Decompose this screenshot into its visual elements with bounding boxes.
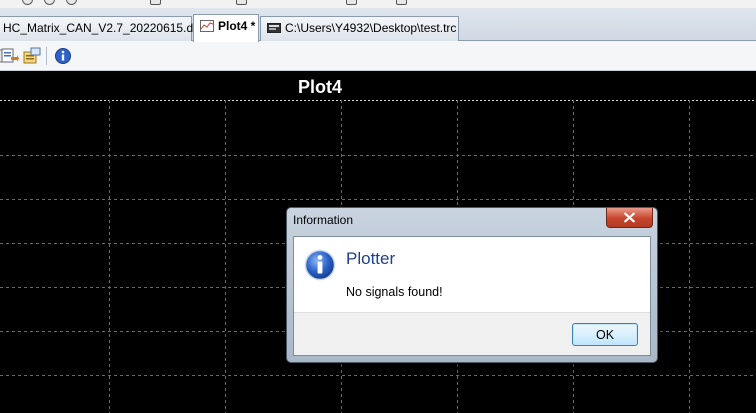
properties-icon[interactable] bbox=[23, 47, 41, 65]
top-toolbar-strip bbox=[0, 0, 756, 8]
toolbar-circle-icon[interactable] bbox=[44, 0, 55, 5]
info-icon[interactable] bbox=[54, 47, 72, 65]
tab-plot4[interactable]: Plot4 * bbox=[193, 14, 259, 42]
trace-file-icon bbox=[267, 22, 281, 33]
toolbar-circle-icon[interactable] bbox=[22, 0, 33, 5]
plot-toolbar bbox=[0, 41, 756, 71]
tab-label: HC_Matrix_CAN_V2.7_20220615.dbc bbox=[3, 21, 206, 35]
toolbar-square-icon[interactable] bbox=[150, 0, 161, 5]
dialog-footer: OK bbox=[294, 312, 650, 355]
tab-trace-file[interactable]: C:\Users\Y4932\Desktop\test.trc bbox=[260, 16, 459, 41]
tab-dbc-file[interactable]: HC_Matrix_CAN_V2.7_20220615.dbc bbox=[0, 16, 206, 41]
toolbar-square-icon[interactable] bbox=[236, 0, 247, 5]
close-button[interactable] bbox=[606, 208, 653, 228]
toolbar-square-icon[interactable] bbox=[396, 0, 407, 5]
toolbar-circle-icon[interactable] bbox=[66, 0, 77, 5]
dialog-message: No signals found! bbox=[346, 285, 443, 299]
ok-button[interactable]: OK bbox=[572, 323, 638, 346]
dialog-heading: Plotter bbox=[346, 249, 396, 268]
info-icon bbox=[304, 249, 336, 281]
dialog-title: Information bbox=[293, 213, 354, 227]
toolbar-square-icon[interactable] bbox=[346, 0, 357, 5]
plot-icon bbox=[200, 19, 214, 32]
information-dialog: Information Plotter No signals found! OK bbox=[286, 207, 658, 363]
close-icon bbox=[624, 212, 635, 223]
tab-label: Plot4 * bbox=[218, 19, 256, 33]
tab-label: C:\Users\Y4932\Desktop\test.trc bbox=[285, 21, 457, 35]
dialog-body: Plotter No signals found! OK bbox=[293, 236, 651, 356]
document-tab-bar: HC_Matrix_CAN_V2.7_20220615.dbc Plot4 * … bbox=[0, 8, 756, 42]
export-icon[interactable] bbox=[1, 47, 19, 65]
plot-title: Plot4 bbox=[297, 77, 342, 97]
toolbar-separator bbox=[46, 47, 47, 65]
